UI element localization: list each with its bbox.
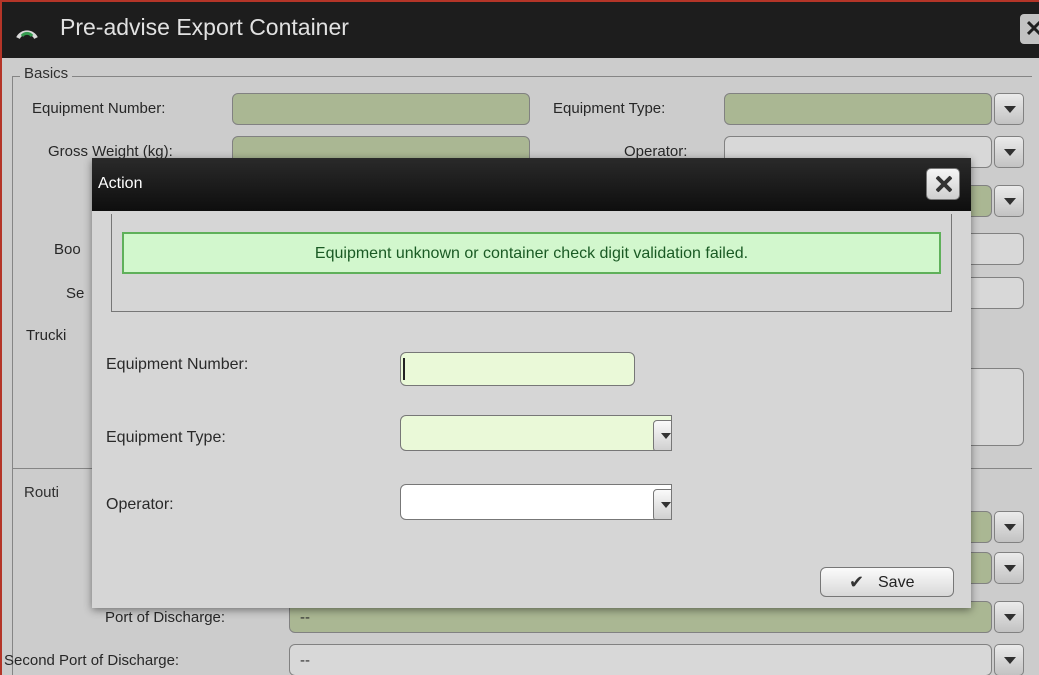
dialog-equipment-type-dropdown-button[interactable] <box>653 420 671 450</box>
save-button-label: Save <box>878 574 915 591</box>
save-button[interactable]: ✔ Save <box>820 567 954 597</box>
dialog-equipment-type-select[interactable] <box>400 415 672 451</box>
checkmark-icon: ✔ <box>849 572 865 592</box>
action-dialog: Action Equipment unknown or container ch… <box>92 158 971 608</box>
dialog-operator-label: Operator: <box>106 496 174 513</box>
dialog-title-bar: Action <box>92 158 971 211</box>
dialog-equipment-number-input[interactable] <box>400 352 635 386</box>
dialog-operator-dropdown-button[interactable] <box>653 489 671 519</box>
dialog-title: Action <box>98 175 143 192</box>
dialog-equipment-type-label: Equipment Type: <box>106 429 226 446</box>
dialog-operator-select[interactable] <box>400 484 672 520</box>
dialog-close-button[interactable] <box>926 168 960 200</box>
dialog-equipment-number-label: Equipment Number: <box>106 356 249 373</box>
validation-message: Equipment unknown or container check dig… <box>314 245 749 262</box>
text-caret <box>403 358 405 380</box>
validation-message-box: Equipment unknown or container check dig… <box>122 232 941 274</box>
